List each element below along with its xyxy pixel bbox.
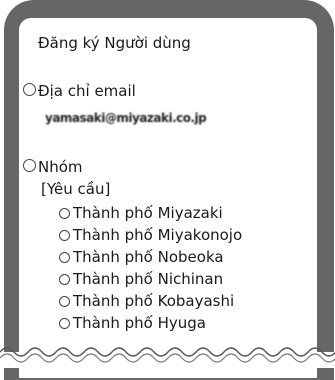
radio-button-icon[interactable]: [59, 295, 70, 307]
option-label: Thành phố Miyakonojo: [73, 226, 243, 244]
bullet-icon: [23, 83, 36, 96]
radio-button-icon[interactable]: [59, 317, 70, 329]
group-option-nobeoka[interactable]: Thành phố Nobeoka: [59, 246, 242, 268]
group-option-kobayashi[interactable]: Thành phố Kobayashi: [59, 290, 242, 312]
radio-button-icon[interactable]: [59, 251, 70, 263]
radio-button-icon[interactable]: [59, 273, 70, 285]
group-option-hyuga[interactable]: Thành phố Hyuga: [59, 312, 242, 334]
group-option-miyazaki[interactable]: Thành phố Miyazaki: [59, 202, 242, 224]
option-label: Thành phố Miyazaki: [73, 204, 223, 222]
group-section-label: Nhóm: [23, 158, 83, 176]
radio-button-icon[interactable]: [59, 229, 70, 241]
option-label: Thành phố Nichinan: [73, 270, 224, 288]
group-option-nichinan[interactable]: Thành phố Nichinan: [59, 268, 242, 290]
registration-panel: Đăng ký Người dùng Địa chỉ email yamasak…: [19, 18, 317, 378]
email-section-label: Địa chỉ email: [23, 82, 136, 100]
option-label: Thành phố Kobayashi: [73, 292, 235, 310]
group-option-miyakonojo[interactable]: Thành phố Miyakonojo: [59, 224, 242, 246]
page-title: Đăng ký Người dùng: [38, 34, 191, 52]
group-options-list: Thành phố Miyazaki Thành phố Miyakonojo …: [59, 202, 242, 334]
radio-button-icon[interactable]: [59, 207, 70, 219]
torn-edge-divider: [0, 347, 335, 368]
email-value: yamasaki@miyazaki.co.jp: [45, 111, 207, 125]
option-label: Thành phố Hyuga: [73, 314, 206, 332]
bullet-icon: [23, 159, 36, 172]
group-label-text: Nhóm: [38, 158, 83, 176]
email-label-text: Địa chỉ email: [38, 82, 136, 100]
option-label: Thành phố Nobeoka: [73, 248, 224, 266]
required-note: [Yêu cầu]: [41, 180, 111, 198]
